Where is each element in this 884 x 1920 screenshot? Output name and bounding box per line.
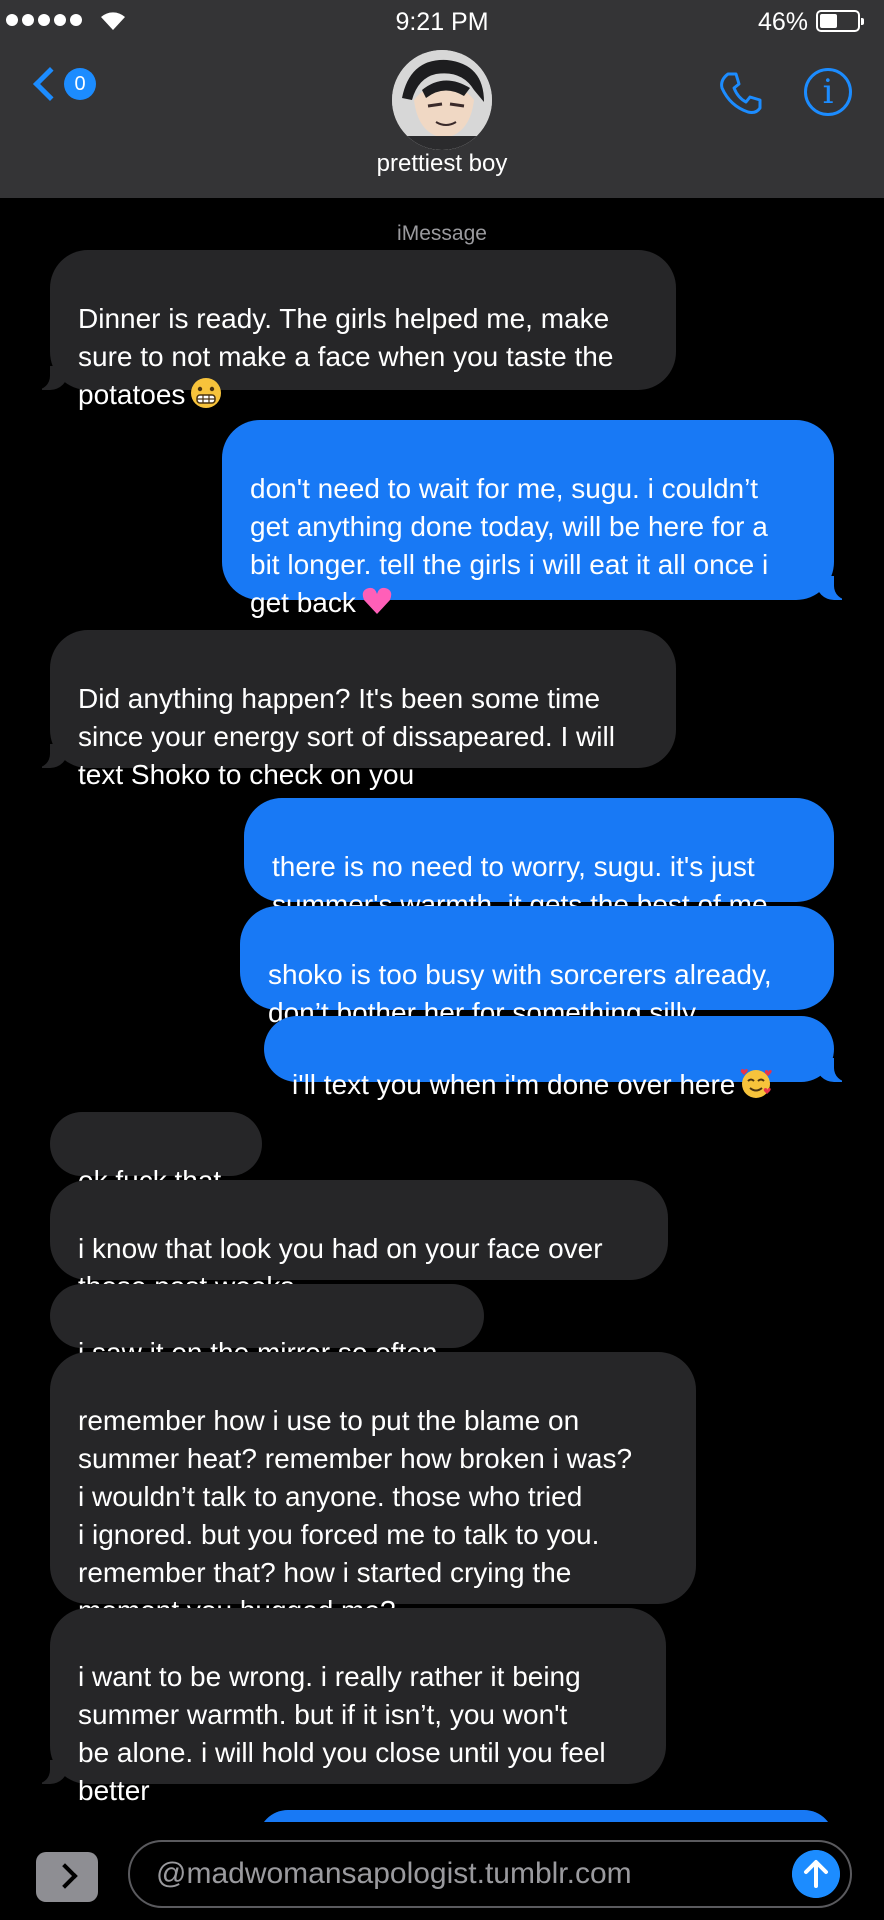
message-bubble-outgoing[interactable]: i'll text you when i'm done over here <box>264 1016 856 1100</box>
message-bubble-incoming[interactable]: Dinner is ready. The girls helped me, ma… <box>28 250 676 410</box>
phone-icon[interactable] <box>716 68 766 118</box>
battery-icon <box>816 10 864 32</box>
message-bubble-incoming[interactable]: Did anything happen? It's been some time… <box>28 630 676 790</box>
message-text: Did anything happen? It's been some time… <box>78 683 615 790</box>
service-label: iMessage <box>397 222 487 245</box>
message-bubble-outgoing[interactable]: don't need to wait for me, sugu. i could… <box>222 420 856 618</box>
smiling-face-with-hearts-icon <box>741 1069 773 1098</box>
status-time: 9:21 PM <box>395 8 489 36</box>
unread-count-badge: 0 <box>64 68 96 100</box>
message-text: i'll text you when i'm done over here <box>292 1069 736 1100</box>
back-button[interactable]: 0 <box>30 67 96 101</box>
message-text: remember how i use to put the blame on s… <box>78 1405 633 1626</box>
message-bubble-incoming[interactable]: remember how i use to put the blame on s… <box>50 1352 696 1626</box>
contact-name[interactable]: prettiest boy <box>0 150 884 178</box>
message-bubble-outgoing[interactable]: shoko is too busy with sorcerers already… <box>240 906 834 1028</box>
grimacing-face-icon <box>191 378 222 408</box>
pink-heart-icon <box>362 587 392 614</box>
conversation-header: 9:21 PM 46% 0 prettiest boy i <box>0 0 884 198</box>
contact-avatar[interactable] <box>392 50 492 150</box>
message-text: don't need to wait for me, sugu. i could… <box>250 473 769 618</box>
avatar-illustration <box>392 50 492 150</box>
message-bubble-incoming[interactable]: i want to be wrong. i really rather it b… <box>28 1608 666 1806</box>
message-input[interactable]: @madwomansapologist.tumblr.com <box>128 1840 852 1908</box>
message-text: Dinner is ready. The girls helped me, ma… <box>78 303 614 410</box>
apps-chevron-icon[interactable] <box>36 1852 98 1902</box>
message-bubble-incoming[interactable]: i saw it on the mirror so often <box>50 1284 484 1368</box>
back-chevron-icon <box>33 67 67 101</box>
status-bar: 9:21 PM 46% <box>0 0 884 42</box>
send-arrow-icon[interactable] <box>792 1850 840 1898</box>
info-icon[interactable]: i <box>804 68 852 116</box>
message-bubble-incoming[interactable]: ok fuck that <box>50 1112 262 1196</box>
battery-percentage: 46% <box>757 8 808 36</box>
message-bubble-incoming[interactable]: i know that look you had on your face ov… <box>50 1180 668 1302</box>
message-bubble-outgoing[interactable]: there is no need to worry, sugu. it's ju… <box>244 798 834 920</box>
message-text: i want to be wrong. i really rather it b… <box>78 1661 606 1806</box>
